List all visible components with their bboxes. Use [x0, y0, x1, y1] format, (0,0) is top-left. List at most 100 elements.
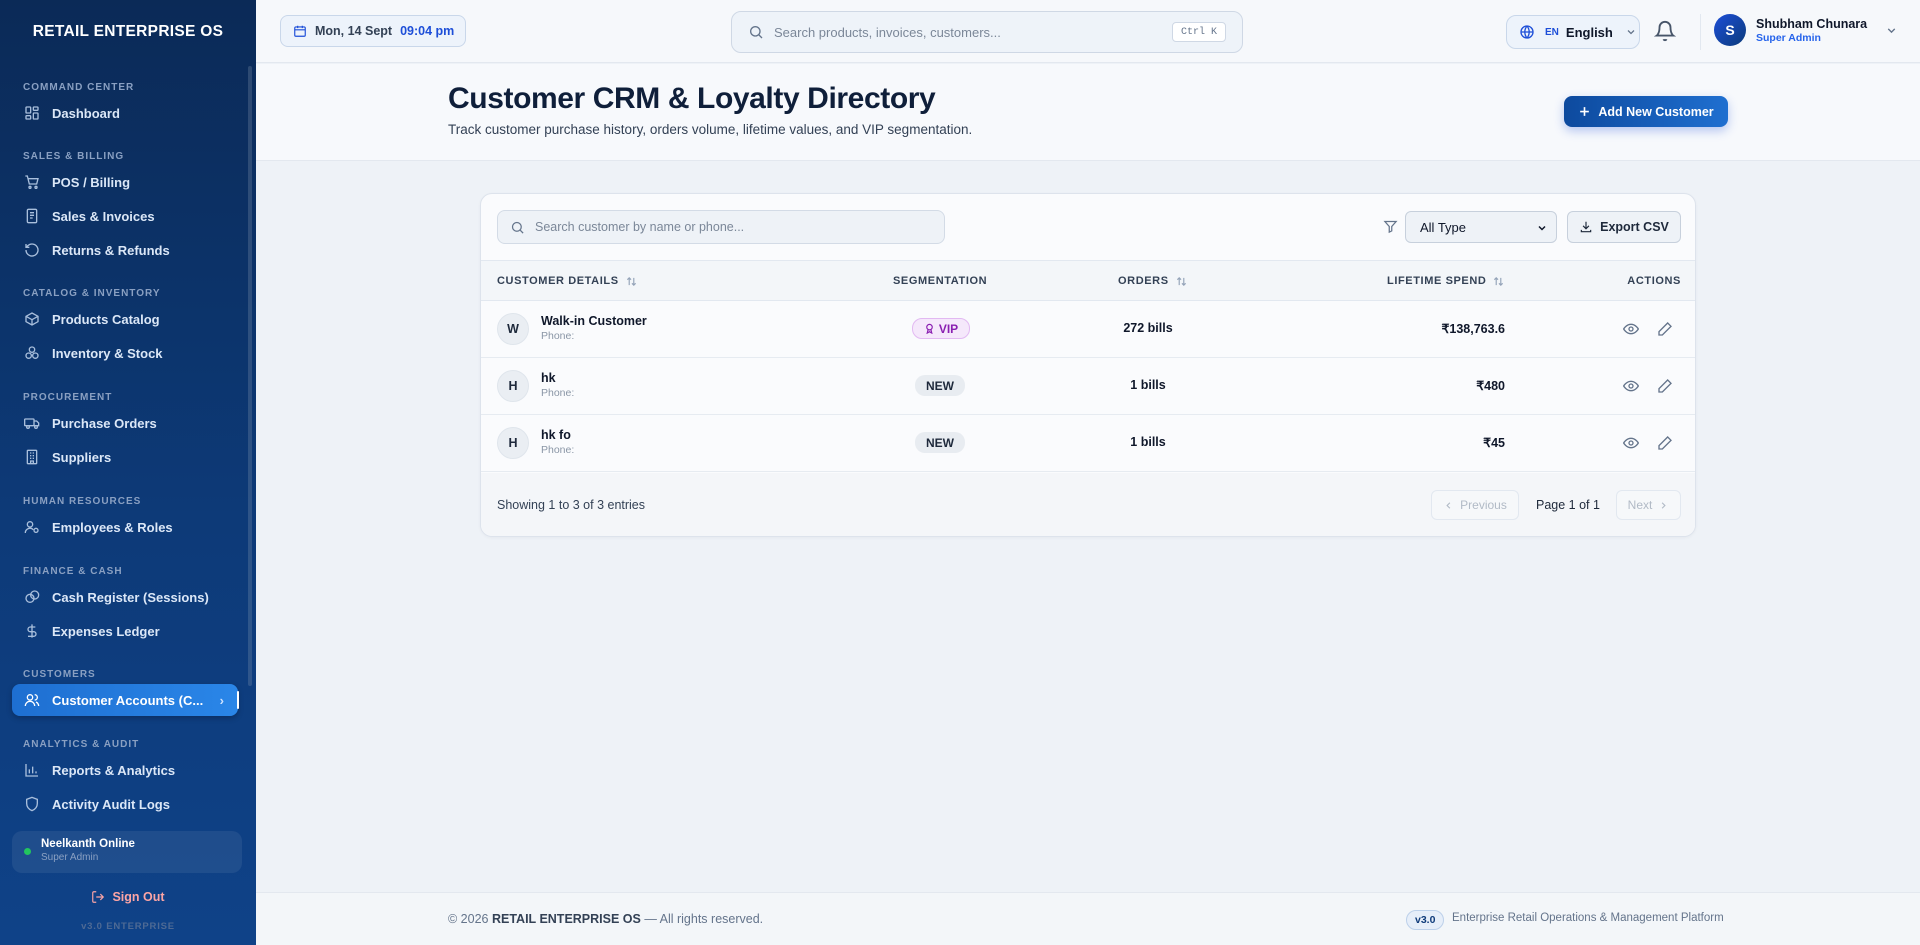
column-lifetime-spend[interactable]: LIFETIME SPEND: [1387, 275, 1504, 287]
current-time: 09:04 pm: [400, 24, 455, 38]
chevron-down-icon: [1887, 27, 1896, 33]
customer-search-input[interactable]: [535, 220, 935, 234]
filter-icon: [1383, 220, 1398, 234]
sidebar-item-returns-refunds[interactable]: Returns & Refunds: [12, 234, 238, 266]
sidebar-item-label: Employees & Roles: [52, 519, 173, 535]
table-row[interactable]: H hk Phone: NEW 1 bills ₹480: [481, 358, 1695, 415]
section-finance-cash: FINANCE & CASH: [23, 566, 123, 577]
section-catalog-inventory: CATALOG & INVENTORY: [23, 288, 161, 299]
view-icon[interactable]: [1623, 321, 1639, 337]
column-orders[interactable]: ORDERS: [1118, 275, 1187, 287]
global-search-input[interactable]: [774, 24, 1154, 40]
sidebar-item-inventory-stock[interactable]: Inventory & Stock: [12, 337, 238, 369]
customer-name: Walk-in Customer: [541, 314, 647, 328]
sort-icon: [1176, 276, 1186, 286]
previous-page-button[interactable]: Previous: [1431, 490, 1519, 520]
cart-icon: [25, 175, 39, 189]
refund-icon: [25, 243, 39, 257]
sidebar-item-purchase-orders[interactable]: Purchase Orders: [12, 407, 238, 439]
online-status-dot: [24, 848, 31, 855]
table-footer: Showing 1 to 3 of 3 entries Previous Pag…: [481, 473, 1695, 536]
view-icon[interactable]: [1623, 378, 1639, 394]
user-cog-icon: [24, 521, 39, 534]
global-search: Ctrl K: [731, 11, 1243, 53]
edit-icon[interactable]: [1657, 378, 1673, 394]
table-row[interactable]: W Walk-in Customer Phone: VIP 272 bills …: [481, 301, 1695, 358]
sidebar-item-products-catalog[interactable]: Products Catalog: [12, 303, 238, 335]
sidebar-item-label: Cash Register (Sessions): [52, 589, 209, 605]
dollar-icon: [27, 624, 37, 638]
chevron-down-icon: [1538, 225, 1546, 231]
language-selector[interactable]: EN English: [1506, 15, 1640, 49]
column-label: ORDERS: [1118, 275, 1169, 287]
search-icon: [750, 26, 763, 39]
page-indicator: Page 1 of 1: [1536, 498, 1600, 512]
chevron-right-icon: [1662, 501, 1667, 509]
store-name: Neelkanth Online: [41, 838, 135, 850]
calendar-icon: [294, 25, 306, 37]
logout-icon: [92, 891, 105, 903]
user-menu[interactable]: S Shubham Chunara Super Admin: [1714, 14, 1898, 46]
award-icon: [926, 323, 933, 334]
customer-name: hk fo: [541, 428, 571, 442]
notification-bell-icon[interactable]: [1654, 20, 1676, 42]
footer-brand: RETAIL ENTERPRISE OS: [491, 912, 641, 926]
table-row[interactable]: H hk fo Phone: NEW 1 bills ₹45: [481, 415, 1695, 472]
next-page-button[interactable]: Next: [1616, 490, 1681, 520]
column-label: SEGMENTATION: [893, 275, 988, 287]
sort-icon: [1494, 276, 1504, 286]
customer-avatar: H: [497, 427, 529, 459]
column-label: LIFETIME SPEND: [1387, 275, 1487, 287]
section-customers: CUSTOMERS: [23, 669, 96, 680]
customer-phone: Phone:: [541, 444, 575, 456]
sidebar-item-activity-audit-logs[interactable]: Activity Audit Logs: [12, 788, 238, 820]
export-csv-button[interactable]: Export CSV: [1567, 211, 1681, 243]
chevron-down-icon: [1627, 30, 1635, 35]
segment-badge: VIP: [912, 318, 970, 339]
view-icon[interactable]: [1623, 435, 1639, 451]
order-count: 272 bills: [1123, 321, 1173, 335]
dashboard-icon: [25, 106, 39, 120]
platform-tagline: Enterprise Retail Operations & Managemen…: [1452, 912, 1724, 924]
add-new-customer-button[interactable]: Add New Customer: [1564, 96, 1728, 127]
lifetime-spend: ₹45: [1483, 436, 1505, 450]
sidebar-item-cash-register[interactable]: Cash Register (Sessions): [12, 581, 238, 613]
shield-icon: [26, 796, 38, 812]
sidebar-item-customer-accounts[interactable]: Customer Accounts (C... ›: [12, 684, 239, 716]
sidebar-item-suppliers[interactable]: Suppliers: [12, 441, 238, 473]
customer-phone: Phone:: [541, 330, 575, 342]
order-count: 1 bills: [1130, 435, 1166, 449]
section-human-resources: HUMAN RESOURCES: [23, 496, 142, 507]
customer-avatar: W: [497, 313, 529, 345]
store-status-card: Neelkanth Online Super Admin: [12, 831, 242, 873]
sidebar-item-label: Products Catalog: [52, 311, 160, 327]
edit-icon[interactable]: [1657, 321, 1673, 337]
sidebar-item-pos-billing[interactable]: POS / Billing: [12, 166, 238, 198]
sidebar-item-label: Expenses Ledger: [52, 623, 160, 639]
sidebar-item-employees-roles[interactable]: Employees & Roles: [12, 511, 238, 543]
building-icon: [26, 449, 38, 465]
sidebar-item-expenses-ledger[interactable]: Expenses Ledger: [12, 615, 238, 647]
page-subtitle: Track customer purchase history, orders …: [448, 122, 973, 137]
user-info: Shubham Chunara Super Admin: [1756, 17, 1867, 44]
column-label: ACTIONS: [1627, 275, 1681, 287]
date-time-pill: Mon, 14 Sept 09:04 pm: [280, 15, 466, 47]
sign-out-button[interactable]: Sign Out: [0, 890, 256, 904]
column-customer-details[interactable]: CUSTOMER DETAILS: [497, 275, 637, 287]
sidebar-item-reports-analytics[interactable]: Reports & Analytics: [12, 754, 238, 786]
customer-name: hk: [541, 371, 556, 385]
sidebar-item-label: Reports & Analytics: [52, 762, 176, 778]
add-new-customer-label: Add New Customer: [1598, 104, 1714, 119]
edit-icon[interactable]: [1657, 435, 1673, 451]
section-sales-billing: SALES & BILLING: [23, 151, 125, 162]
user-role: Super Admin: [1756, 31, 1821, 44]
sidebar-item-label: Suppliers: [52, 449, 112, 465]
copyright-text: — All rights reserved.: [644, 912, 764, 926]
sidebar-item-sales-invoices[interactable]: Sales & Invoices: [12, 200, 238, 232]
sidebar-item-dashboard[interactable]: Dashboard: [12, 97, 238, 129]
download-icon: [1580, 221, 1592, 233]
sidebar-version: v3.0 ENTERPRISE: [81, 921, 175, 932]
app-brand: RETAIL ENTERPRISE OS: [32, 22, 224, 40]
customer-type-select[interactable]: All Type: [1405, 211, 1557, 243]
customer-type-value: All Type: [1420, 219, 1467, 235]
